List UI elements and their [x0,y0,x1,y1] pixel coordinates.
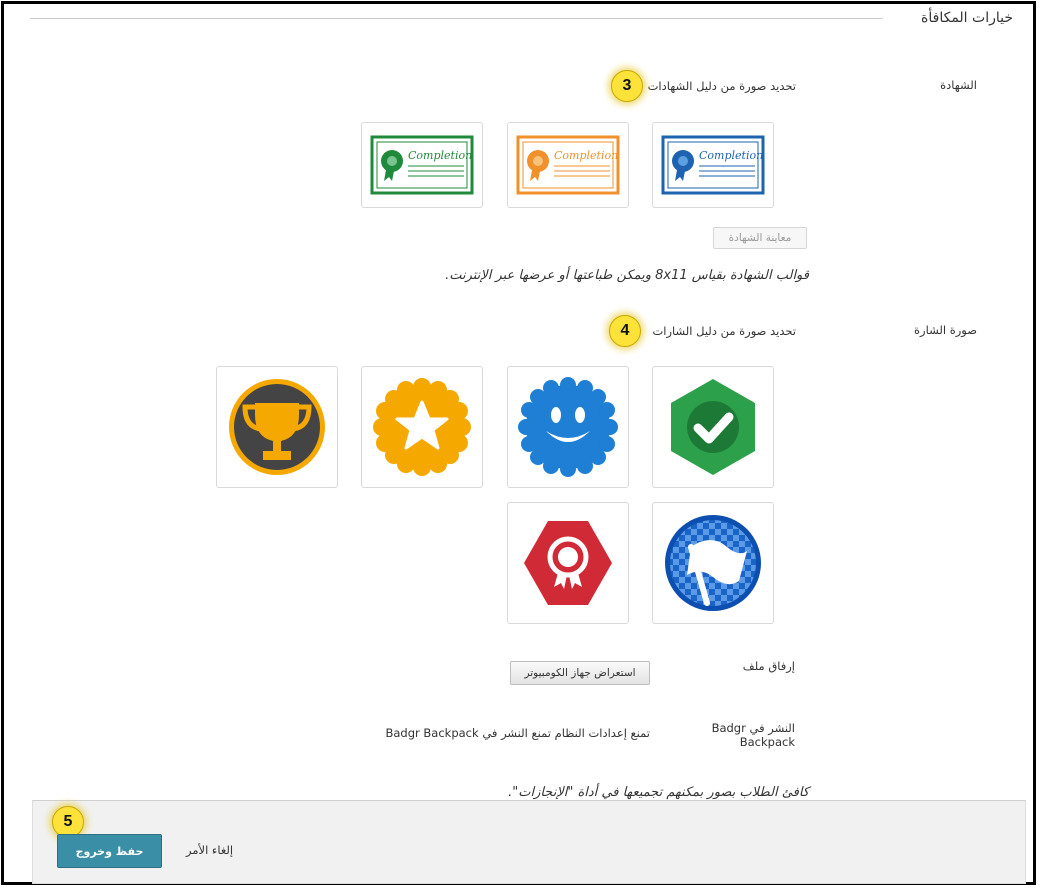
badge-option-flag[interactable] [652,502,774,624]
badge-option-trophy[interactable] [216,366,338,488]
callout-3: 3 [611,70,643,102]
certificate-template-orange[interactable]: Completion [507,122,629,208]
certificate-blue-icon: Completion [661,135,765,195]
badge-option-smiley[interactable] [507,366,629,488]
publish-disabled-message: تمنع إعدادات النظام تمنع النشر في Badgr … [385,726,651,740]
attach-file-label: إرفاق ملف [742,659,795,673]
certificate-template-green[interactable]: Completion [361,122,483,208]
badge-option-ribbon[interactable] [507,502,629,624]
trophy-badge-icon [229,379,325,475]
blue-smiley-badge-icon [518,377,618,477]
publish-label-line1: النشر في Badgr [711,721,795,735]
certificate-orange-icon: Completion [516,135,620,195]
publish-label-line2: Backpack [739,735,795,749]
section-title: خيارات المكافأة [913,10,1013,26]
publish-label: النشر في Badgr Backpack [712,721,795,749]
callout-4: 4 [609,315,641,347]
certificate-green-icon: Completion [370,135,474,195]
badge-option-star[interactable] [361,366,483,488]
green-check-badge-icon [671,379,755,475]
section-divider [30,18,883,19]
footer-bar [32,800,1026,884]
svg-text:Completion: Completion [408,149,472,162]
badge-label: صورة الشارة [914,323,977,337]
red-ribbon-badge-icon [524,521,612,605]
svg-text:Completion: Completion [699,149,763,162]
certificate-instruction: تحديد صورة من دليل الشهادات [647,79,796,93]
certificate-help-text: قوالب الشهادة بقياس 8x11 ويمكن طباعتها أ… [445,268,809,283]
save-and-exit-button[interactable]: حفظ وخروج [57,834,162,868]
browse-computer-button[interactable]: استعراض جهاز الكومبيوتر [510,661,650,685]
blue-flag-badge-icon [665,515,761,611]
svg-text:Completion: Completion [554,149,618,162]
gold-star-badge-icon [373,378,471,476]
preview-certificate-button[interactable]: معاينة الشهادة [713,227,807,249]
certificate-template-blue[interactable]: Completion [652,122,774,208]
cancel-link[interactable]: إلغاء الأمر [186,843,233,857]
rewards-help-text: كافئ الطلاب بصور بمكنهم تجميعها في أداة … [508,785,809,800]
certificate-label: الشهادة [940,78,977,92]
badge-instruction: تحديد صورة من دليل الشارات [652,324,796,338]
badge-option-check[interactable] [652,366,774,488]
